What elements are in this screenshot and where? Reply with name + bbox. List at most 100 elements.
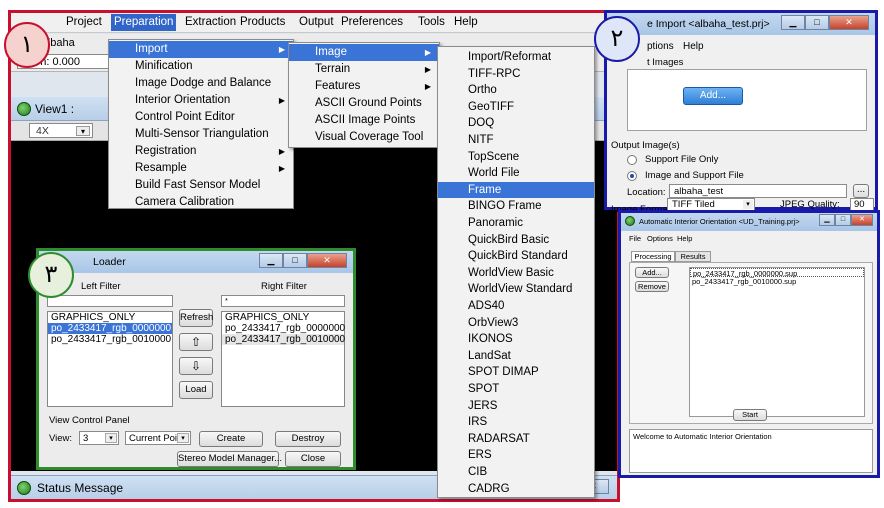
menu-item-image-format[interactable]: QuickBird Standard	[438, 248, 594, 264]
menu-item-resample[interactable]: Resample ▶	[109, 160, 293, 177]
menu-item-image-format[interactable]: WorldView Standard	[438, 281, 594, 297]
menu-item-image-format[interactable]: TIFF-RPC	[438, 66, 594, 82]
menu-item-minification[interactable]: Minification	[109, 58, 293, 75]
left-image-list[interactable]: GRAPHICS_ONLY po_2433417_rgb_0000000 po_…	[47, 311, 173, 407]
sup-file-list[interactable]: po_2433417_rgb_0000000.sup po_2433417_rg…	[689, 267, 865, 417]
load-button[interactable]: Load	[179, 381, 213, 399]
menu-item-image-format[interactable]: Panoramic	[438, 215, 594, 231]
list-item[interactable]: GRAPHICS_ONLY	[222, 312, 344, 323]
list-item[interactable]: GRAPHICS_ONLY	[48, 312, 172, 323]
menu-item-image-format[interactable]: Ortho	[438, 82, 594, 98]
menu-item-import[interactable]: Import ▶	[109, 41, 293, 58]
add-sup-button[interactable]: Add...	[635, 267, 669, 278]
menu-item-ascii-ground[interactable]: ASCII Ground Points	[289, 95, 439, 112]
list-item[interactable]: po_2433417_rgb_0000000.sup	[690, 268, 864, 278]
menu-item-image-format[interactable]: Import/Reformat	[438, 49, 594, 65]
right-image-list[interactable]: GRAPHICS_ONLY po_2433417_rgb_0000000 po_…	[221, 311, 345, 407]
menu-item-image-format[interactable]: ADS40	[438, 298, 594, 314]
arrow-down-icon[interactable]: ⇩	[179, 357, 213, 375]
menu-output[interactable]: Output	[299, 16, 334, 28]
close-icon[interactable]: ✕	[851, 214, 873, 226]
close-button[interactable]: Close	[285, 451, 341, 467]
menu-item-visual-coverage[interactable]: Visual Coverage Tool	[289, 129, 439, 146]
menu-item-image-format[interactable]: IRS	[438, 414, 594, 430]
menu-item-image-format[interactable]: OrbView3	[438, 315, 594, 331]
refresh-button[interactable]: Refresh	[179, 309, 213, 327]
location-input[interactable]: albaha_test	[669, 184, 847, 198]
list-item[interactable]: po_2433417_rgb_0010000	[222, 334, 345, 345]
auto-io-menu-file[interactable]: File	[629, 234, 641, 243]
minimize-icon[interactable]: ▁	[781, 15, 805, 30]
menu-item-image-format[interactable]: LandSat	[438, 348, 594, 364]
menu-item-image-format[interactable]: Frame	[438, 181, 594, 198]
menu-item-camera-calibration[interactable]: Camera Calibration	[109, 194, 293, 211]
zoom-select[interactable]: 4X ▾	[29, 123, 93, 138]
menu-item-image-format[interactable]: World File	[438, 165, 594, 181]
menu-item-image-format[interactable]: IKONOS	[438, 331, 594, 347]
menu-item-build-fast-sensor[interactable]: Build Fast Sensor Model	[109, 177, 293, 194]
radio-image-support[interactable]	[627, 171, 637, 181]
frame-menu-help[interactable]: Help	[683, 41, 704, 52]
radio-support-only[interactable]	[627, 155, 637, 165]
point-mode-select[interactable]: Current Point ▾	[125, 431, 191, 445]
menu-item-image-format[interactable]: JERS	[438, 398, 594, 414]
close-icon[interactable]: ✕	[307, 253, 347, 268]
menu-item-features[interactable]: Features ▶	[289, 78, 439, 95]
frame-menu-options[interactable]: ptions	[647, 41, 674, 52]
menu-item-image-format[interactable]: BINGO Frame	[438, 198, 594, 214]
list-item[interactable]: po_2433417_rgb_0000000	[222, 323, 345, 334]
arrow-up-icon[interactable]: ⇧	[179, 333, 213, 351]
input-images-list[interactable]	[627, 69, 867, 131]
menu-item-image-format[interactable]: GeoTIFF	[438, 99, 594, 115]
menu-project[interactable]: Project	[66, 16, 102, 28]
auto-io-menu-options[interactable]: Options	[647, 234, 673, 243]
menu-help[interactable]: Help	[454, 16, 478, 28]
remove-sup-button[interactable]: Remove	[635, 281, 669, 292]
menu-item-image-format[interactable]: SPOT	[438, 381, 594, 397]
menu-item-triangulation[interactable]: Multi-Sensor Triangulation	[109, 126, 293, 143]
list-item[interactable]: po_2433417_rgb_0010000	[48, 334, 172, 345]
maximize-icon[interactable]: □	[835, 214, 851, 226]
menu-item-terrain[interactable]: Terrain ▶	[289, 61, 439, 78]
menu-products[interactable]: Products	[240, 16, 285, 28]
list-item[interactable]: po_2433417_rgb_0010000.sup	[690, 277, 864, 286]
left-filter-input[interactable]	[47, 295, 173, 307]
add-images-button[interactable]: Add...	[683, 87, 743, 105]
menu-item-image[interactable]: Image ▶	[289, 44, 439, 61]
menu-item-image-format[interactable]: TopScene	[438, 149, 594, 165]
tab-results[interactable]: Results	[675, 251, 711, 262]
menu-item-dodge[interactable]: Image Dodge and Balance	[109, 75, 293, 92]
maximize-icon[interactable]: □	[283, 253, 307, 268]
minimize-icon[interactable]: ▁	[259, 253, 283, 268]
menu-preferences[interactable]: Preferences	[341, 16, 403, 28]
menu-item-image-format[interactable]: RADARSAT	[438, 431, 594, 447]
menu-item-control-point-editor[interactable]: Control Point Editor	[109, 109, 293, 126]
menu-item-ascii-image[interactable]: ASCII Image Points	[289, 112, 439, 129]
start-button[interactable]: Start	[733, 409, 767, 421]
menu-item-image-format[interactable]: CIB	[438, 464, 594, 480]
menu-item-image-format[interactable]: SPOT DIMAP	[438, 364, 594, 380]
minimize-icon[interactable]: ▁	[819, 214, 835, 226]
list-item[interactable]: po_2433417_rgb_0000000	[48, 323, 172, 334]
menu-item-image-format[interactable]: WorldView Basic	[438, 265, 594, 281]
auto-io-menu-help[interactable]: Help	[677, 234, 692, 243]
right-filter-input[interactable]: *	[221, 295, 345, 307]
menu-item-image-format[interactable]: CADRG	[438, 481, 594, 497]
menu-item-image-format[interactable]: ERS	[438, 447, 594, 463]
create-button[interactable]: Create	[199, 431, 263, 447]
menu-extraction[interactable]: Extraction	[185, 16, 236, 28]
view-number-select[interactable]: 3 ▾	[79, 431, 119, 445]
browse-button[interactable]: ...	[853, 184, 869, 198]
close-icon[interactable]: ✕	[829, 15, 869, 30]
destroy-button[interactable]: Destroy	[275, 431, 341, 447]
menu-item-registration[interactable]: Registration ▶	[109, 143, 293, 160]
maximize-icon[interactable]: □	[805, 15, 829, 30]
menu-item-image-format[interactable]: NITF	[438, 132, 594, 148]
tab-processing[interactable]: Processing	[631, 251, 675, 262]
menu-item-image-format[interactable]: QuickBird Basic	[438, 232, 594, 248]
menu-item-image-format[interactable]: DOQ	[438, 115, 594, 131]
menu-item-interior-orientation[interactable]: Interior Orientation ▶	[109, 92, 293, 109]
stereo-model-manager-button[interactable]: Stereo Model Manager...	[177, 451, 282, 467]
menu-tools[interactable]: Tools	[418, 16, 445, 28]
menu-preparation[interactable]: Preparation	[111, 14, 177, 31]
